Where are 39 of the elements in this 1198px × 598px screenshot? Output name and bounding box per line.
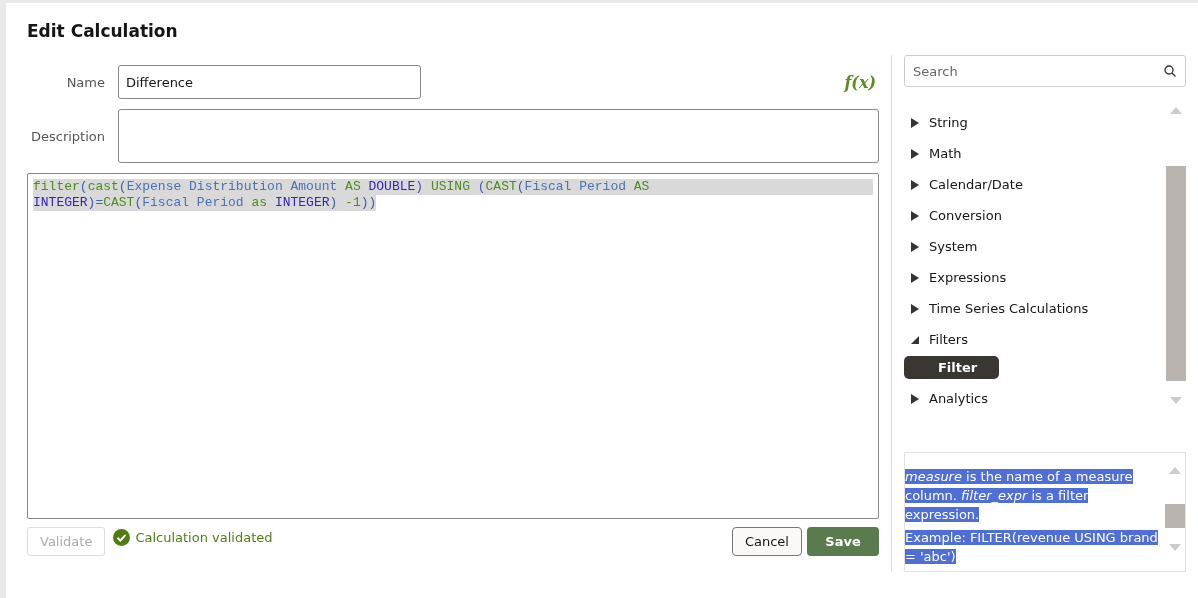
scroll-up-icon[interactable]	[1170, 107, 1182, 114]
function-category[interactable]: System	[904, 231, 1166, 262]
function-category[interactable]: String	[904, 107, 1166, 138]
validation-status: Calculation validated	[135, 530, 273, 545]
scrollbar-thumb[interactable]	[1166, 166, 1186, 381]
description-field[interactable]	[118, 109, 879, 163]
name-label: Name	[65, 74, 106, 90]
function-icon[interactable]: f(x)	[844, 72, 876, 92]
expand-icon	[910, 178, 920, 191]
scroll-down-icon[interactable]	[1170, 397, 1182, 404]
help-text: Example: FILTER(revenue USING brand = 'abc')	[905, 529, 1159, 566]
function-item[interactable]: Filter	[904, 356, 999, 379]
function-category[interactable]: Time Series Calculations	[904, 293, 1166, 324]
scroll-down-icon[interactable]	[1169, 544, 1181, 551]
help-text: measure is the name of a measure column. filter_expr is a filter expression.	[905, 468, 1134, 524]
search-icon[interactable]	[1164, 65, 1176, 77]
expand-icon	[910, 392, 920, 405]
search-field[interactable]: Search	[904, 55, 1186, 87]
expand-icon	[910, 271, 920, 284]
dialog-title: Edit Calculation	[27, 21, 179, 41]
save-button[interactable]: Save	[807, 527, 879, 556]
expand-icon	[910, 240, 920, 253]
function-category[interactable]: Analytics	[904, 383, 1166, 414]
scroll-up-icon[interactable]	[1169, 467, 1181, 474]
expand-icon	[910, 302, 920, 315]
expand-icon	[910, 209, 920, 222]
function-category[interactable]: Calendar/Date	[904, 169, 1166, 200]
name-field[interactable]: Difference	[118, 65, 421, 99]
check-circle-icon	[113, 529, 131, 546]
function-category[interactable]: Math	[904, 138, 1166, 169]
function-category[interactable]: Expressions	[904, 262, 1166, 293]
scrollbar-thumb[interactable]	[1165, 504, 1185, 528]
expand-icon	[910, 116, 920, 129]
expression-editor[interactable]: filter(cast(Expense Distribution Amount AS DOUBLE) USING (CAST(Fiscal Period AS INTEGER)=CAST(Fiscal Period as INTEGER) -1))	[27, 173, 879, 519]
expand-icon	[910, 147, 920, 160]
cancel-button[interactable]: Cancel	[731, 527, 802, 556]
description-label: Description	[29, 128, 106, 144]
function-category[interactable]: Filters	[904, 324, 1166, 355]
function-category[interactable]: Conversion	[904, 200, 1166, 231]
